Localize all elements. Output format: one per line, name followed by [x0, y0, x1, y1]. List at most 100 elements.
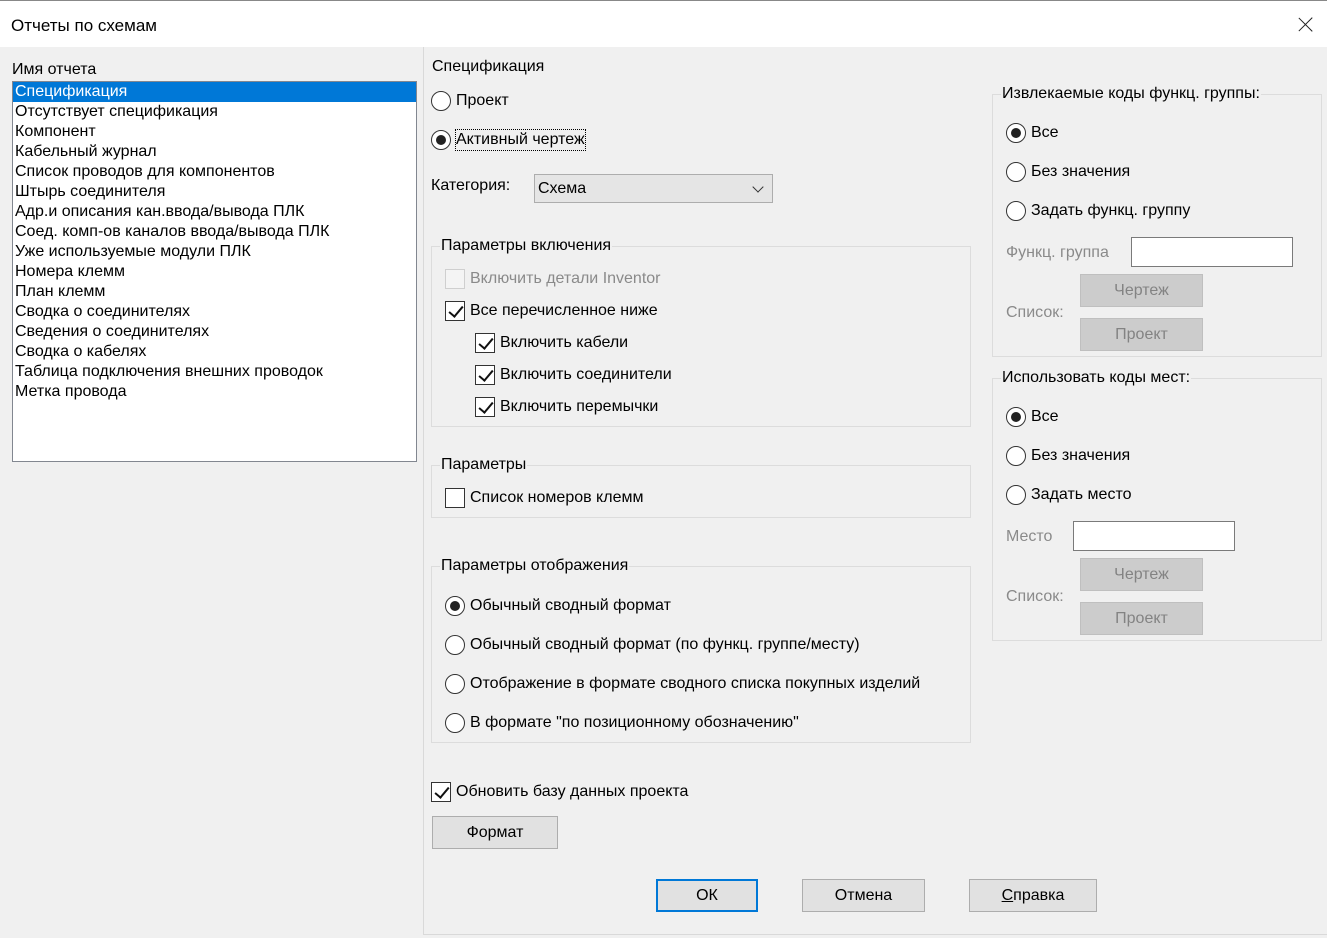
title-bar: [0, 0, 1327, 47]
all-below-option[interactable]: Все перечисленное ниже: [445, 301, 658, 321]
report-list-item[interactable]: Компонент: [13, 122, 416, 142]
include-inventor-checkbox: [445, 269, 465, 289]
include-cables-option[interactable]: Включить кабели: [475, 333, 628, 353]
ok-button[interactable]: ОК: [656, 879, 758, 912]
report-list-item[interactable]: Сводка о соединителях: [13, 302, 416, 322]
report-list-label: Имя отчета: [12, 61, 97, 78]
func-all-radio[interactable]: [1006, 123, 1026, 143]
update-db-option[interactable]: Обновить базу данных проекта: [431, 782, 688, 802]
loc-no-value-radio[interactable]: [1006, 446, 1026, 466]
func-no-value-radio[interactable]: [1006, 162, 1026, 182]
display-opt2-label: Обычный сводный формат (по функц. группе…: [470, 636, 860, 653]
help-button-label: правка: [1013, 886, 1065, 904]
include-params-title: Параметры включения: [440, 236, 613, 256]
report-list-item[interactable]: Адр.и описания кан.ввода/вывода ПЛК: [13, 202, 416, 222]
display-params-title: Параметры отображения: [440, 556, 630, 576]
include-connectors-checkbox[interactable]: [475, 365, 495, 385]
func-group-codes-title: Извлекаемые коды функц. группы:: [1001, 84, 1261, 104]
all-below-label: Все перечисленное ниже: [470, 302, 658, 319]
loc-set-label: Задать место: [1031, 486, 1132, 503]
include-cables-checkbox[interactable]: [475, 333, 495, 353]
include-jumpers-label: Включить перемычки: [500, 398, 659, 415]
terminal-numbers-label: Список номеров клемм: [470, 489, 644, 506]
func-group-field-label: Функц. группа: [1006, 244, 1109, 261]
help-button-mnemonic: С: [1001, 886, 1014, 904]
include-cables-label: Включить кабели: [500, 334, 629, 351]
loc-all-radio[interactable]: [1006, 407, 1026, 427]
loc-all-option[interactable]: Все: [1006, 407, 1059, 427]
display-opt3[interactable]: Отображение в формате сводного списка по…: [445, 674, 920, 694]
spec-project-radio[interactable]: [431, 91, 451, 111]
loc-set-radio[interactable]: [1006, 485, 1026, 505]
format-button[interactable]: Формат: [432, 816, 558, 849]
display-opt4[interactable]: В формате "по позиционному обозначению": [445, 713, 799, 733]
spec-active-drawing-option[interactable]: Активный чертеж: [431, 129, 586, 151]
func-group-input[interactable]: [1131, 237, 1293, 267]
report-list-item[interactable]: Штырь соединителя: [13, 182, 416, 202]
func-no-value-label: Без значения: [1031, 163, 1131, 180]
func-set-radio[interactable]: [1006, 201, 1026, 221]
report-list-item[interactable]: План клемм: [13, 282, 416, 302]
location-codes-title: Использовать коды мест:: [1001, 368, 1192, 388]
terminal-numbers-option[interactable]: Список номеров клемм: [445, 488, 643, 508]
loc-project-button[interactable]: Проект: [1080, 602, 1203, 635]
report-list-item[interactable]: Спецификация: [13, 82, 416, 102]
spec-project-option[interactable]: Проект: [431, 91, 509, 111]
report-list-item[interactable]: Сведения о соединителях: [13, 322, 416, 342]
spec-group-title: Спецификация: [432, 58, 545, 75]
report-list-item[interactable]: Номера клемм: [13, 262, 416, 282]
category-label: Категория:: [431, 177, 511, 194]
func-project-button[interactable]: Проект: [1080, 318, 1203, 351]
report-list-item[interactable]: Уже используемые модули ПЛК: [13, 242, 416, 262]
cancel-button[interactable]: Отмена: [802, 879, 925, 912]
update-db-label: Обновить базу данных проекта: [456, 783, 689, 800]
display-opt4-radio[interactable]: [445, 713, 465, 733]
display-opt4-label: В формате "по позиционному обозначению": [470, 714, 799, 731]
loc-no-value-label: Без значения: [1031, 447, 1131, 464]
func-set-option[interactable]: Задать функц. группу: [1006, 201, 1190, 221]
category-select[interactable]: Схема: [534, 174, 773, 203]
report-list-item[interactable]: Метка провода: [13, 382, 416, 402]
include-connectors-option[interactable]: Включить соединители: [475, 365, 672, 385]
include-inventor-label: Включить детали Inventor: [470, 270, 661, 287]
func-all-label: Все: [1031, 124, 1059, 141]
func-list-label: Список:: [1006, 304, 1064, 321]
report-list-item[interactable]: Соед. комп-ов каналов ввода/вывода ПЛК: [13, 222, 416, 242]
func-drawing-button[interactable]: Чертеж: [1080, 274, 1203, 307]
all-below-checkbox[interactable]: [445, 301, 465, 321]
spec-project-label: Проект: [456, 92, 509, 109]
terminal-numbers-checkbox[interactable]: [445, 488, 465, 508]
loc-no-value-option[interactable]: Без значения: [1006, 446, 1130, 466]
help-button[interactable]: Справка: [969, 879, 1097, 912]
include-jumpers-checkbox[interactable]: [475, 397, 495, 417]
report-list-item[interactable]: Таблица подключения внешних проводок: [13, 362, 416, 382]
update-db-checkbox[interactable]: [431, 782, 451, 802]
spec-active-drawing-radio[interactable]: [431, 130, 451, 150]
report-list[interactable]: Спецификация Отсутствует спецификация Комп…: [12, 81, 417, 462]
include-jumpers-option[interactable]: Включить перемычки: [475, 397, 658, 417]
location-input[interactable]: [1073, 521, 1235, 551]
func-set-label: Задать функц. группу: [1031, 202, 1191, 219]
loc-list-label: Список:: [1006, 588, 1064, 605]
include-connectors-label: Включить соединители: [500, 366, 672, 383]
func-no-value-option[interactable]: Без значения: [1006, 162, 1130, 182]
func-all-option[interactable]: Все: [1006, 123, 1059, 143]
display-opt2-radio[interactable]: [445, 635, 465, 655]
report-list-item[interactable]: Список проводов для компонентов: [13, 162, 416, 182]
chevron-down-icon: [752, 181, 764, 193]
display-opt3-label: Отображение в формате сводного списка по…: [470, 675, 921, 692]
report-list-item[interactable]: Отсутствует спецификация: [13, 102, 416, 122]
display-opt1[interactable]: Обычный сводный формат: [445, 596, 671, 616]
report-list-item[interactable]: Сводка о кабелях: [13, 342, 416, 362]
include-inventor-option: Включить детали Inventor: [445, 269, 661, 289]
report-list-item[interactable]: Кабельный журнал: [13, 142, 416, 162]
display-opt2[interactable]: Обычный сводный формат (по функц. группе…: [445, 635, 860, 655]
loc-set-option[interactable]: Задать место: [1006, 485, 1132, 505]
loc-drawing-button[interactable]: Чертеж: [1080, 558, 1203, 591]
close-icon[interactable]: [1290, 8, 1322, 40]
loc-field-label: Место: [1006, 528, 1053, 545]
display-opt1-radio[interactable]: [445, 596, 465, 616]
spec-active-drawing-label: Активный чертеж: [455, 129, 586, 151]
loc-all-label: Все: [1031, 408, 1059, 425]
display-opt3-radio[interactable]: [445, 674, 465, 694]
